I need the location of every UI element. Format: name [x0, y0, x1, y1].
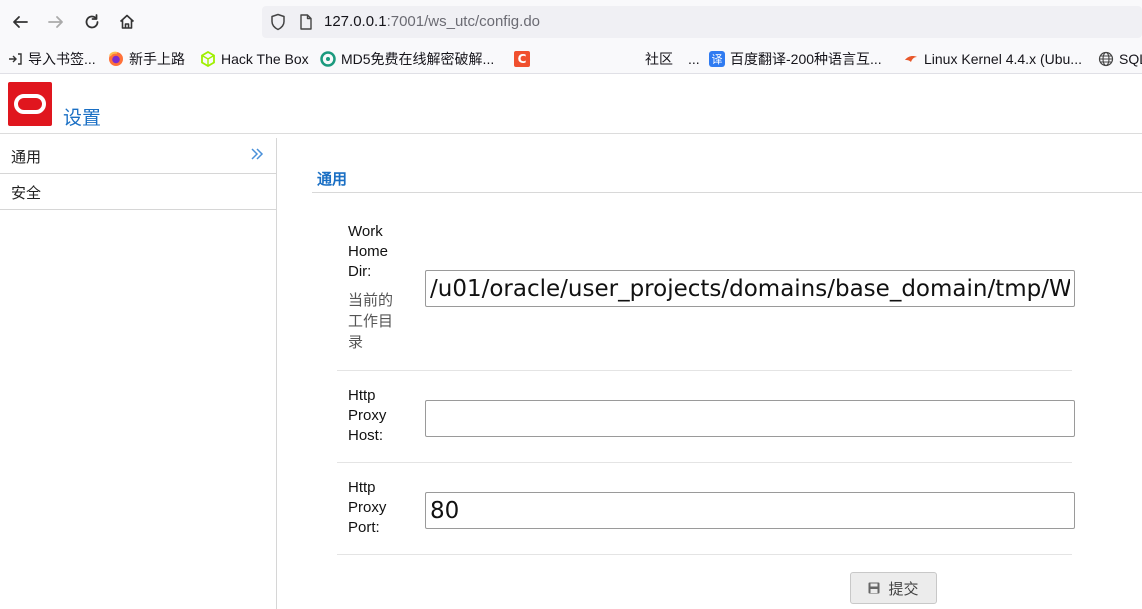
bookmark-label: MD5免费在线解密破解... [341, 51, 495, 67]
bookmark-label: 社区 [645, 51, 673, 67]
work-home-dir-description: 当前的工作目录 [348, 291, 394, 351]
hackthebox-icon [200, 51, 216, 67]
sidebar: 通用 安全 [0, 138, 277, 609]
http-proxy-host-label: Http Proxy Host: [348, 387, 387, 444]
bookmark-label: Linux Kernel 4.4.x (Ubu... [924, 51, 1082, 67]
forward-arrow-icon [48, 16, 63, 28]
bookmark-label: 百度翻译-200种语言互... [730, 51, 882, 67]
work-home-dir-input[interactable] [425, 270, 1075, 307]
http-proxy-port-input[interactable] [425, 492, 1075, 529]
browser-toolbar: 127.0.0.1:7001/ws_utc/config.do [0, 0, 1142, 44]
sidebar-item-general[interactable]: 通用 [0, 138, 276, 174]
row-divider [337, 554, 1072, 555]
bookmark-community[interactable]: 社区 [645, 49, 673, 69]
work-home-dir-label: Work Home Dir: [348, 223, 389, 280]
reload-button[interactable] [78, 8, 106, 36]
shield-icon [271, 13, 285, 31]
double-chevron-right-icon [251, 148, 264, 160]
bookmark-label: 新手上路 [129, 51, 185, 67]
sidebar-item-label: 安全 [11, 184, 42, 202]
row-divider [337, 462, 1072, 463]
url-host: 127.0.0.1 [324, 13, 387, 30]
bookmarks-toolbar: 导入书签... 新手上路 Hack The Box MD5免费在线解密破解...… [0, 44, 1142, 74]
translate-icon: 译 [709, 51, 725, 67]
page-title: 设置 [63, 107, 102, 129]
http-proxy-port-label: Http Proxy Port: [348, 479, 387, 536]
bookmark-overflow[interactable]: ... [688, 49, 700, 69]
back-button[interactable] [6, 8, 34, 36]
oracle-logo [8, 82, 52, 126]
submit-button[interactable]: 提交 [850, 572, 937, 604]
url-text: 127.0.0.1:7001/ws_utc/config.do [324, 13, 540, 30]
home-button[interactable] [113, 8, 141, 36]
http-proxy-host-input[interactable] [425, 400, 1075, 437]
exploit-db-icon [903, 51, 919, 67]
bookmark-label: SQL [1119, 51, 1142, 67]
oracle-ring-icon [14, 94, 46, 114]
bookmark-import[interactable]: 导入书签... [7, 49, 96, 69]
bookmark-linux-kernel[interactable]: Linux Kernel 4.4.x (Ubu... [903, 49, 1082, 69]
c-logo-icon: C [514, 51, 530, 67]
url-path: :7001/ws_utc/config.do [386, 13, 540, 30]
section-divider [312, 192, 1142, 193]
back-arrow-icon [13, 16, 28, 28]
firefox-icon [108, 51, 124, 67]
bookmark-label: 导入书签... [28, 51, 96, 67]
bookmark-baidu-translate[interactable]: 译 百度翻译-200种语言互... [709, 49, 882, 69]
forward-button[interactable] [42, 8, 70, 36]
url-bar[interactable]: 127.0.0.1:7001/ws_utc/config.do [262, 6, 1142, 38]
row-divider [337, 370, 1072, 371]
globe-icon [1098, 51, 1114, 67]
save-icon [868, 582, 880, 594]
bookmark-c[interactable]: C [514, 49, 535, 69]
reload-icon [85, 14, 99, 29]
bookmark-label: Hack The Box [221, 51, 309, 67]
bookmark-md5[interactable]: MD5免费在线解密破解... [320, 49, 494, 69]
submit-label: 提交 [888, 579, 919, 598]
import-icon [7, 51, 23, 67]
bookmark-getting-started[interactable]: 新手上路 [108, 49, 185, 69]
home-icon [119, 14, 135, 29]
page-icon [300, 14, 312, 30]
bookmark-label: ... [688, 51, 700, 67]
md5-site-icon [320, 51, 336, 67]
bookmark-sql[interactable]: SQL [1098, 49, 1142, 69]
app-header: 设置 [0, 74, 1142, 134]
section-title: 通用 [317, 170, 348, 188]
sidebar-item-label: 通用 [11, 148, 42, 166]
sidebar-item-security[interactable]: 安全 [0, 174, 276, 210]
bookmark-hackthebox[interactable]: Hack The Box [200, 49, 309, 69]
